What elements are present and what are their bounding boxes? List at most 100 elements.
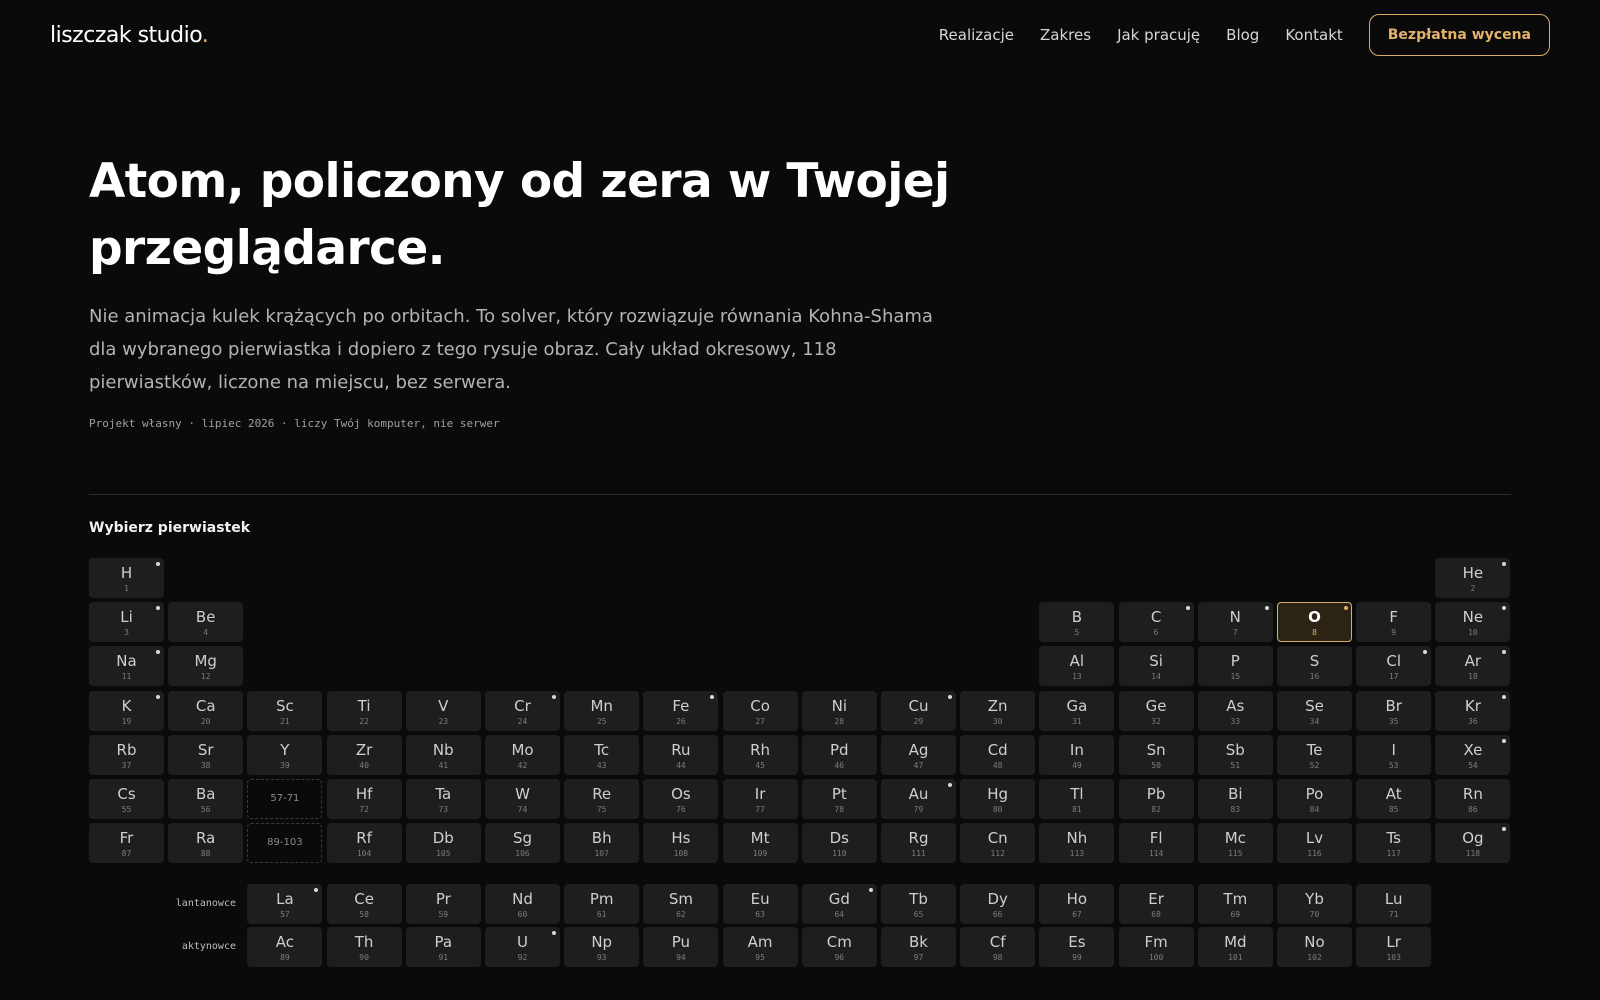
element-ru[interactable]: Ru 44: [643, 734, 719, 775]
element-eu[interactable]: Eu 63: [722, 884, 798, 924]
element-hs[interactable]: Hs 108: [643, 823, 719, 864]
element-pd[interactable]: Pd 46: [801, 734, 877, 775]
element-ta[interactable]: Ta 73: [405, 779, 481, 819]
element-n[interactable]: N7: [1197, 602, 1273, 643]
element-cs[interactable]: Cs 55: [89, 779, 164, 819]
element-ag[interactable]: Ag 47: [881, 734, 956, 775]
element-xe[interactable]: Xe 54: [1435, 734, 1511, 775]
element-i[interactable]: I 53: [1356, 734, 1432, 775]
element-am[interactable]: Am 95: [722, 927, 798, 967]
element-mn[interactable]: Mn 25: [564, 690, 640, 731]
element-u[interactable]: U 92: [485, 927, 560, 967]
element-yb[interactable]: Yb 70: [1277, 884, 1352, 924]
element-mo[interactable]: Mo 42: [485, 734, 560, 775]
element-er[interactable]: Er 68: [1118, 884, 1194, 924]
element-w[interactable]: W 74: [485, 779, 560, 819]
element-fm[interactable]: Fm 100: [1118, 927, 1194, 967]
element-cr[interactable]: Cr 24: [485, 690, 560, 731]
element-la[interactable]: La 57: [247, 884, 323, 924]
element-ce[interactable]: Ce 58: [326, 884, 402, 924]
element-v[interactable]: V 23: [405, 690, 481, 731]
element-lr[interactable]: Lr 103: [1356, 927, 1432, 967]
element-ti[interactable]: Ti 22: [326, 690, 402, 731]
element-tb[interactable]: Tb 65: [881, 884, 956, 924]
element-mt[interactable]: Mt 109: [722, 823, 798, 864]
element-ca[interactable]: Ca 20: [168, 690, 244, 731]
element-si[interactable]: Si 14: [1118, 646, 1194, 687]
element-sg[interactable]: Sg 106: [485, 823, 560, 864]
element-c[interactable]: C6: [1118, 602, 1194, 643]
element-db[interactable]: Db 105: [405, 823, 481, 864]
element-o[interactable]: O8: [1277, 602, 1352, 643]
element-hf[interactable]: Hf 72: [326, 779, 402, 819]
element-te[interactable]: Te 52: [1277, 734, 1352, 775]
element-tl[interactable]: Tl 81: [1039, 779, 1115, 819]
element-ga[interactable]: Ga 31: [1039, 690, 1115, 731]
element-hg[interactable]: Hg 80: [960, 779, 1036, 819]
element-zr[interactable]: Zr 40: [326, 734, 402, 775]
element-sb[interactable]: Sb 51: [1197, 734, 1273, 775]
element-dy[interactable]: Dy 66: [960, 884, 1036, 924]
element-ts[interactable]: Ts 117: [1356, 823, 1432, 864]
element-s[interactable]: S 16: [1277, 646, 1352, 687]
element-gd[interactable]: Gd 64: [801, 884, 877, 924]
element-cm[interactable]: Cm 96: [801, 927, 877, 967]
element-k[interactable]: K 19: [89, 690, 164, 731]
element-ho[interactable]: Ho 67: [1039, 884, 1115, 924]
element-ni[interactable]: Ni 28: [801, 690, 877, 731]
element-sn[interactable]: Sn 50: [1118, 734, 1194, 775]
element-th[interactable]: Th 90: [326, 927, 402, 967]
element-md[interactable]: Md 101: [1197, 927, 1273, 967]
element-fe[interactable]: Fe 26: [643, 690, 719, 731]
element-sc[interactable]: Sc 21: [247, 690, 323, 731]
element-pb[interactable]: Pb 82: [1118, 779, 1194, 819]
element-os[interactable]: Os 76: [643, 779, 719, 819]
element-li[interactable]: Li 3: [89, 602, 164, 643]
element-nh[interactable]: Nh 113: [1039, 823, 1115, 864]
element-at[interactable]: At 85: [1356, 779, 1432, 819]
element-cf[interactable]: Cf 98: [960, 927, 1036, 967]
element-mg[interactable]: Mg 12: [168, 646, 244, 687]
element-mc[interactable]: Mc 115: [1197, 823, 1273, 864]
element-lv[interactable]: Lv 116: [1277, 823, 1352, 864]
element-cd[interactable]: Cd 48: [960, 734, 1036, 775]
element-in[interactable]: In 49: [1039, 734, 1115, 775]
element-np[interactable]: Np 93: [564, 927, 640, 967]
element-sm[interactable]: Sm 62: [643, 884, 719, 924]
element-rf[interactable]: Rf 104: [326, 823, 402, 864]
element-cl[interactable]: Cl 17: [1356, 646, 1432, 687]
element-ir[interactable]: Ir 77: [722, 779, 798, 819]
element-co[interactable]: Co 27: [722, 690, 798, 731]
element-no[interactable]: No 102: [1277, 927, 1352, 967]
element-rn[interactable]: Rn 86: [1435, 779, 1511, 819]
element-pr[interactable]: Pr 59: [405, 884, 481, 924]
element-bk[interactable]: Bk 97: [881, 927, 956, 967]
element-cu[interactable]: Cu 29: [881, 690, 956, 731]
element-ne[interactable]: Ne 10: [1435, 602, 1511, 643]
element-pa[interactable]: Pa 91: [405, 927, 481, 967]
element-ge[interactable]: Ge 32: [1118, 690, 1194, 731]
element-es[interactable]: Es 99: [1039, 927, 1115, 967]
element-kr[interactable]: Kr 36: [1435, 690, 1511, 731]
element-br[interactable]: Br 35: [1356, 690, 1432, 731]
element-rh[interactable]: Rh 45: [722, 734, 798, 775]
element-ds[interactable]: Ds 110: [801, 823, 877, 864]
element-ac[interactable]: Ac 89: [247, 927, 323, 967]
element-ba[interactable]: Ba 56: [168, 779, 244, 819]
element-f[interactable]: F9: [1356, 602, 1432, 643]
element-p[interactable]: P 15: [1197, 646, 1273, 687]
element-og[interactable]: Og 118: [1435, 823, 1511, 864]
element-rg[interactable]: Rg 111: [881, 823, 956, 864]
element-al[interactable]: Al 13: [1039, 646, 1115, 687]
element-pt[interactable]: Pt 78: [801, 779, 877, 819]
element-bh[interactable]: Bh 107: [564, 823, 640, 864]
element-ra[interactable]: Ra 88: [168, 823, 244, 864]
element-re[interactable]: Re 75: [564, 779, 640, 819]
element-b[interactable]: B5: [1039, 602, 1115, 643]
element-be[interactable]: Be 4: [168, 602, 244, 643]
element-pu[interactable]: Pu 94: [643, 927, 719, 967]
element-as[interactable]: As 33: [1197, 690, 1273, 731]
element-nd[interactable]: Nd 60: [485, 884, 560, 924]
element-lu[interactable]: Lu 71: [1356, 884, 1432, 924]
element-he[interactable]: He 2: [1435, 558, 1511, 598]
